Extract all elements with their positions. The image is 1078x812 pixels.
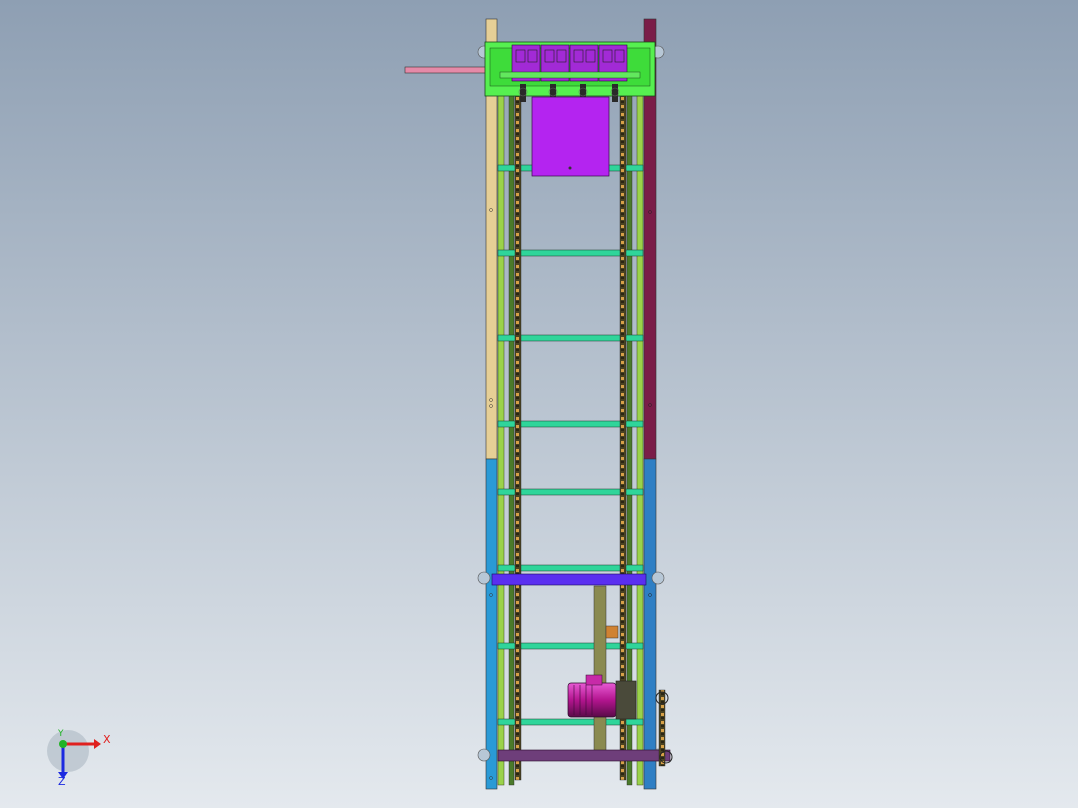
- left-chain[interactable]: [514, 89, 522, 781]
- magenta-panel[interactable]: [531, 96, 610, 177]
- orange-block[interactable]: [605, 625, 619, 639]
- push-rod[interactable]: [404, 66, 488, 74]
- left-post-lower[interactable]: [485, 458, 498, 790]
- elevator-conveyor-model[interactable]: [0, 0, 1078, 808]
- right-inner-rail[interactable]: [636, 94, 644, 786]
- left-inner-rail[interactable]: [497, 94, 505, 786]
- motor-support[interactable]: [593, 585, 607, 752]
- right-post-lower[interactable]: [643, 458, 657, 790]
- cross-beam[interactable]: [491, 573, 647, 586]
- left-guide[interactable]: [508, 94, 515, 786]
- triad-y-label: Y: [58, 729, 64, 739]
- triad-x-label: X: [103, 733, 111, 746]
- right-chain[interactable]: [619, 89, 627, 781]
- triad-y-axis: [59, 740, 67, 748]
- triad-z-label: Z: [58, 775, 66, 788]
- cad-viewport[interactable]: X Y Z: [0, 0, 1078, 808]
- triad-origin: [47, 730, 89, 772]
- bottom-shaft[interactable]: [497, 749, 671, 762]
